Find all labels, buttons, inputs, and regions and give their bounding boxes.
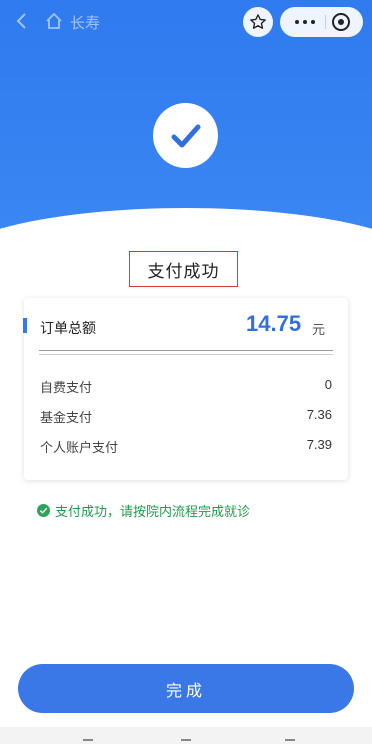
row-label-self-pay: 自费支付 (40, 380, 93, 395)
more-icon[interactable] (288, 7, 322, 37)
row-value-personal-account: 7.39 (306, 437, 332, 452)
row-label-personal-account: 个人账户支付 (40, 440, 119, 455)
back-arrow-icon[interactable] (12, 11, 32, 31)
row-label-fund-pay: 基金支付 (40, 410, 93, 425)
success-notice: 支付成功，请按院内流程完成就诊 (37, 501, 250, 520)
close-target-icon[interactable] (332, 13, 350, 31)
row-value-fund-pay: 7.36 (306, 407, 332, 422)
total-amount: 14.75 (246, 311, 302, 336)
total-label: 订单总额 (40, 320, 96, 336)
system-nav-bar (0, 727, 372, 744)
done-button-label: 完成 (165, 682, 206, 700)
check-icon (171, 124, 200, 147)
home-icon[interactable] (44, 11, 64, 31)
notice-text: 支付成功，请按院内流程完成就诊 (55, 504, 251, 519)
row-value-self-pay: 0 (324, 377, 332, 392)
favorite-button[interactable] (243, 7, 273, 37)
capsule-divider (325, 15, 326, 29)
card-accent-bar (23, 318, 27, 333)
divider (39, 350, 333, 351)
top-bar: 长寿 (0, 0, 372, 44)
nav-back-icon[interactable] (285, 739, 295, 744)
check-circle-icon (37, 504, 50, 517)
status-title: 支付成功 (147, 261, 220, 281)
nav-home-icon[interactable] (181, 739, 191, 744)
divider (39, 354, 333, 355)
success-badge (153, 103, 218, 168)
nav-menu-icon[interactable] (83, 739, 93, 744)
header-curve (0, 208, 372, 232)
nav-title: 长寿 (70, 15, 101, 32)
status-highlight: 支付成功 (129, 251, 238, 287)
total-unit: 元 (312, 322, 326, 337)
done-button[interactable]: 完成 (18, 664, 354, 713)
menu-capsule (280, 7, 363, 37)
star-icon (250, 14, 266, 29)
